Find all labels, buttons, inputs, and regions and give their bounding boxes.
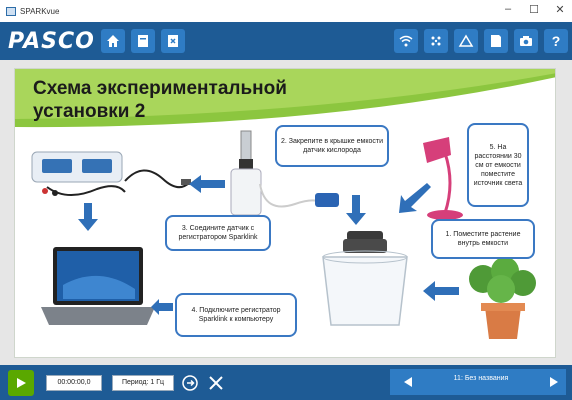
sensors-icon	[431, 36, 441, 46]
document-icon	[137, 35, 148, 47]
potted-plant-image	[469, 259, 536, 339]
circle-arrow-icon	[182, 374, 198, 391]
arrow-left-3	[151, 299, 173, 315]
elapsed-time-display: 00:00:00,0	[46, 374, 102, 391]
wifi-icon	[399, 35, 413, 47]
sampling-options-button[interactable]	[180, 373, 200, 393]
help-icon: ?	[551, 33, 561, 49]
sparklink-logger-image	[31, 151, 126, 196]
tools-icon	[209, 375, 223, 390]
arrow-diagonal	[399, 183, 431, 213]
callout-step-1: 1. Поместите растение внутрь емкости	[431, 219, 535, 259]
window-titlebar: SPARKvue – ☐ ✕	[0, 0, 572, 22]
wifi-button[interactable]	[394, 29, 418, 53]
minimize-button[interactable]: –	[502, 3, 514, 16]
help-button[interactable]: ?	[544, 29, 568, 53]
home-button[interactable]	[100, 29, 125, 53]
triangle-right-icon	[550, 377, 558, 387]
home-icon	[106, 35, 119, 47]
main-toolbar: PASCO ?	[0, 22, 572, 60]
slide-title: Схема экспериментальной установки 2	[33, 78, 287, 122]
page-title-label[interactable]: 11: Без названия	[426, 375, 536, 382]
workbook-page: Схема экспериментальной установки 2 2. З…	[0, 60, 572, 365]
arrow-left-1	[189, 175, 225, 193]
next-page-button[interactable]	[544, 372, 564, 392]
camera-icon	[520, 36, 532, 46]
callout-step-4: 4. Подключите регистратор Sparklink к ко…	[175, 293, 297, 337]
sensor-cable-image	[259, 183, 339, 208]
slide-image: Схема экспериментальной установки 2 2. З…	[14, 68, 556, 358]
plant-container-image	[322, 231, 408, 326]
bottom-controls: 00:00:00,0 Период: 1 Гц 11: Без названия	[0, 365, 572, 400]
journal-icon	[491, 35, 501, 47]
callout-step-5: 5. На расстоянии 30 см от емкости помест…	[467, 123, 529, 207]
close-window-button[interactable]: ✕	[554, 3, 566, 16]
camera-button[interactable]	[514, 29, 538, 53]
arrow-down-1	[78, 203, 98, 231]
triangle-left-icon	[404, 377, 412, 387]
sensors-button[interactable]	[424, 29, 448, 53]
window-title: SPARKvue	[20, 6, 60, 16]
callout-step-3: 3. Соедините датчик с регистратором Spar…	[165, 215, 271, 251]
laptop-image	[41, 247, 155, 325]
previous-page-button[interactable]	[398, 372, 418, 392]
app-icon	[6, 6, 16, 16]
sample-rate-field[interactable]: Период: 1 Гц	[112, 374, 174, 391]
arrow-left-2	[423, 281, 459, 301]
journal-button[interactable]	[484, 29, 508, 53]
close-doc-icon	[167, 35, 178, 47]
document-button[interactable]	[130, 29, 155, 53]
close-document-button[interactable]	[160, 29, 185, 53]
maximize-button[interactable]: ☐	[528, 3, 540, 16]
play-icon	[17, 377, 26, 388]
graph-tools-icon	[458, 34, 474, 47]
pasco-logo: PASCO	[8, 28, 95, 54]
arrow-down-2	[346, 195, 366, 225]
tools-button[interactable]	[206, 373, 226, 393]
start-button[interactable]	[8, 369, 34, 396]
callout-step-2: 2. Закрепите в крышке емкости датчик кис…	[275, 125, 389, 167]
usb-cable-image	[124, 169, 191, 189]
graph-tools-button[interactable]	[454, 29, 478, 53]
